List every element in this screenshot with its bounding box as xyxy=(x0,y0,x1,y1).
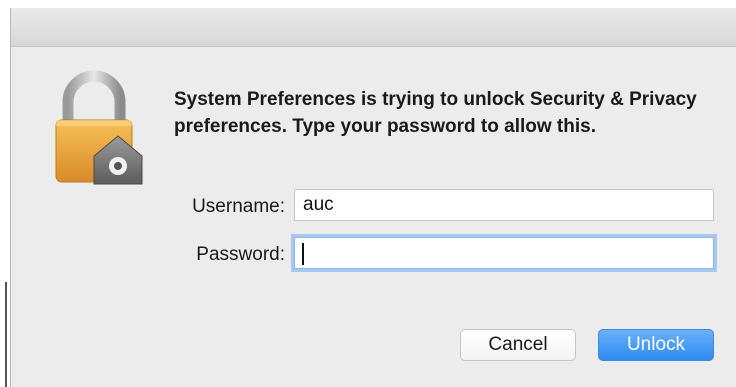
password-label: Password: xyxy=(196,244,285,265)
cancel-button[interactable]: Cancel xyxy=(460,329,576,361)
username-field[interactable] xyxy=(294,189,714,221)
username-label: Username: xyxy=(192,196,285,217)
dialog-titlebar xyxy=(11,8,736,47)
lock-icon xyxy=(55,70,143,185)
background-edge-glyph xyxy=(0,206,9,222)
dialog-message: System Preferences is trying to unlock S… xyxy=(174,89,697,137)
text-caret xyxy=(302,243,304,265)
unlock-button[interactable]: Unlock xyxy=(598,329,714,361)
password-field[interactable] xyxy=(294,237,714,269)
screen: System Preferences is trying to unlock S… xyxy=(0,0,736,387)
